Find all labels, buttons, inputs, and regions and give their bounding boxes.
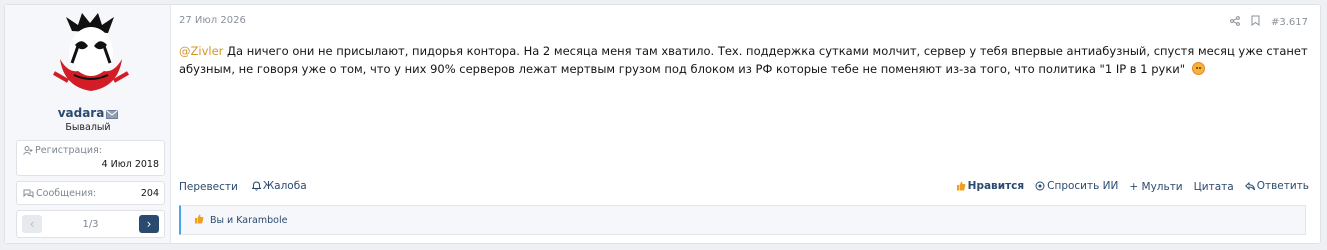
reply-icon (1244, 181, 1255, 194)
thumbs-up-icon (194, 214, 204, 227)
user-mention[interactable]: @Zivler (179, 44, 223, 58)
user-info-panel: vadara Бывалый Регистрация: 4 Июл 2018 С… (5, 5, 171, 243)
chevron-right-icon: › (146, 217, 152, 231)
envelope-icon[interactable] (106, 108, 119, 122)
user-title: Бывалый (65, 122, 111, 133)
multi-label[interactable]: Мульти (1142, 181, 1183, 193)
user-add-icon (23, 146, 33, 158)
report-label[interactable]: Жалоба (263, 180, 307, 192)
post-body: @Zivler Да ничего они не присылают, пидо… (179, 42, 1309, 78)
avatar[interactable] (48, 13, 134, 103)
username-text[interactable]: vadara (58, 106, 105, 120)
post-date[interactable]: 27 Июл 2026 (179, 15, 246, 26)
post-header-actions: #3.617 (1230, 15, 1308, 29)
plus-icon: + (1129, 181, 1139, 193)
signature-pager: ‹ 1/3 › (16, 210, 165, 238)
username[interactable]: vadara (5, 106, 171, 122)
reactions-bar: Вы и Karambole (179, 205, 1306, 235)
ask-ai-label[interactable]: Спросить ИИ (1047, 180, 1118, 192)
registration-label-wrap: Регистрация: (23, 145, 102, 158)
post-text: Да ничего они не присылают, пидорья конт… (179, 44, 1308, 76)
multi-quote-button[interactable]: + Мульти (1129, 181, 1182, 193)
post-number[interactable]: #3.617 (1271, 17, 1308, 28)
like-button[interactable]: Нравится (956, 180, 1024, 194)
thumbs-up-icon (956, 181, 966, 194)
ask-ai-button[interactable]: Спросить ИИ (1035, 180, 1118, 194)
report-link[interactable]: Жалоба (251, 180, 307, 194)
messages-label-wrap: Сообщения: (23, 188, 96, 201)
reactions-text[interactable]: Вы и Karambole (210, 215, 287, 226)
comments-icon (23, 189, 34, 201)
registration-box: Регистрация: 4 Июл 2018 (16, 140, 165, 176)
post-footer-right: Нравится Спросить ИИ + Мульти Цитата Отв… (956, 180, 1309, 194)
messages-value: 204 (140, 188, 159, 199)
grinning-emoji-icon (1191, 62, 1205, 75)
bookmark-icon[interactable] (1251, 15, 1260, 29)
bell-icon (251, 181, 262, 194)
share-icon[interactable] (1230, 15, 1240, 29)
quote-button[interactable]: Цитата (1194, 181, 1234, 193)
reply-button[interactable]: Ответить (1244, 180, 1309, 194)
ai-icon (1035, 181, 1045, 194)
translate-link[interactable]: Перевести (179, 181, 238, 193)
messages-label: Сообщения: (36, 188, 97, 199)
like-label[interactable]: Нравится (968, 180, 1024, 192)
registration-value: 4 Июл 2018 (101, 159, 159, 170)
messages-box: Сообщения: 204 (16, 181, 165, 205)
forum-post: vadara Бывалый Регистрация: 4 Июл 2018 С… (4, 4, 1321, 244)
registration-label: Регистрация: (35, 145, 102, 156)
pager-next-button[interactable]: › (139, 215, 159, 233)
post-footer-left: Перевести Жалоба (179, 180, 307, 194)
reply-label[interactable]: Ответить (1257, 180, 1309, 192)
